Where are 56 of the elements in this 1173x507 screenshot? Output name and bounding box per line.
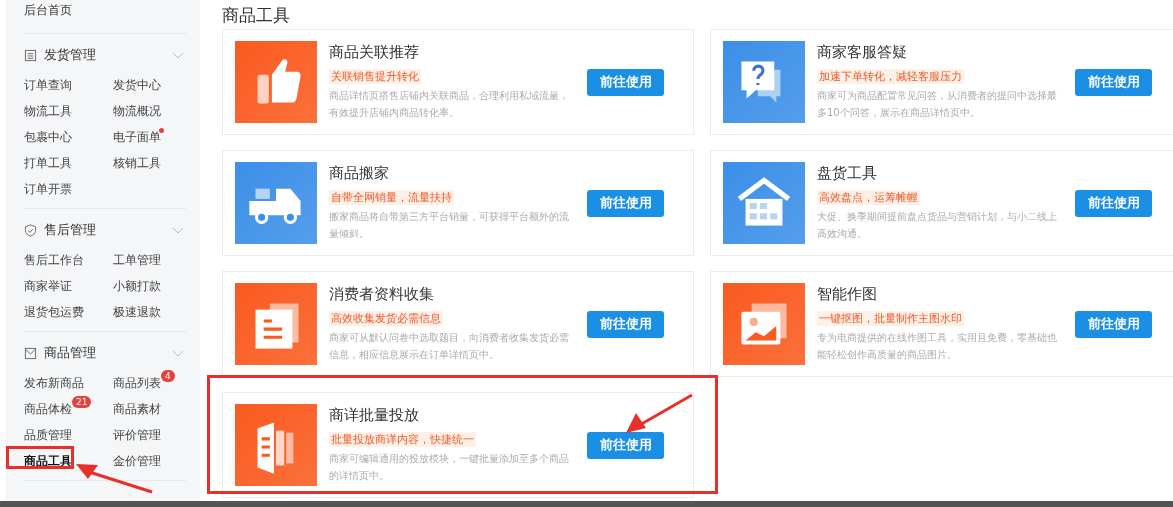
nav-item[interactable]: 订单查询 [24,77,72,93]
chevron-icon[interactable] [172,226,184,234]
nav-item[interactable]: 订单开票 [24,181,72,197]
nav-item[interactable]: 极速退款 [113,304,161,320]
nav-item[interactable]: 评价管理 [113,427,161,443]
shield-icon [24,223,37,237]
envelope-icon [24,346,37,360]
nav-item[interactable]: 核销工具 [113,155,161,171]
tool-tag: 高效收集发货必需信息 [329,311,443,326]
nav-item[interactable]: 品质管理 [24,427,72,443]
tool-title: 消费者资料收集 [329,285,435,304]
nav-item[interactable]: 打单工具 [24,155,72,171]
tool-description: 商品详情页搭售店铺内关联商品，合理利用私域流量，有效提升店铺内商品转化率。 [329,89,569,120]
tool-title: 商品搬家 [329,164,390,183]
tool-tag: 高效盘点，运筹帷幄 [817,190,920,205]
tool-description: 专为电商提供的在线作图工具，实用且免费，零基础也能轻松创作高质量的商品图片。 [817,331,1057,362]
nav-item[interactable]: 工单管理 [113,252,161,268]
section-title[interactable]: 售后管理 [44,221,96,239]
tool-title: 智能作图 [817,285,878,304]
count-badge: 21 [72,396,92,408]
tool-tag: 一键抠图，批量制作主图水印 [817,311,964,326]
nav-item[interactable]: 商品素材 [113,401,161,417]
chevron-icon[interactable] [172,51,184,59]
tool-title: 商家客服答疑 [817,43,908,62]
nav-item[interactable]: 商家举证 [24,278,72,294]
nav-item[interactable]: 物流工具 [24,103,72,119]
nav-item[interactable]: 发布新商品 [24,375,84,391]
nav-item[interactable]: 后台首页 [24,0,186,34]
tool-description: 搬家商品将自带第三方平台销量，可获得平台额外的流量倾斜。 [329,210,569,241]
tool-tag: 关联销售提升转化 [329,69,421,84]
page-title: 商品工具 [222,5,291,25]
nav-item[interactable]: 商品体检 [24,401,72,417]
nav-item[interactable]: 发货中心 [113,77,161,93]
nav-item[interactable]: 小额打款 [113,278,161,294]
nav-item[interactable]: 包裹中心 [24,129,72,145]
chevron-icon[interactable] [172,349,184,357]
tool-title: 商品关联推荐 [329,43,420,62]
nav-item[interactable]: 金价管理 [113,453,161,469]
tool-description: 商家可为商品配置常见问答，从消费者的提问中选择最多10个问答，展示在商品详情页中。 [817,89,1057,120]
tool-description: 商家可从默认问卷中选取题目，向消费者收集发货必需信息，相应信息展示在订单详情页中。 [329,331,569,362]
count-badge: 4 [161,370,175,382]
tool-title: 盘货工具 [817,164,878,183]
nav-item[interactable]: 售后工作台 [24,252,84,268]
tool-title: 商详批量投放 [329,406,420,425]
pointer-arrow [624,393,694,435]
list-icon [24,48,37,62]
section-title[interactable]: 商品管理 [44,344,96,362]
tool-tag: 加速下单转化，减轻客服压力 [817,69,964,84]
nav-item[interactable]: 物流概况 [113,103,161,119]
highlight-frame [6,446,74,469]
nav-item[interactable]: 电子面单 [113,129,161,145]
tool-tag: 自带全网销量，流量扶持 [329,190,454,205]
nav-item[interactable]: 商品列表 [113,375,161,391]
nav-item[interactable]: 退货包运费 [24,304,84,320]
tool-tag: 批量投放商详内容，快捷统一 [329,432,476,447]
section-title[interactable]: 发货管理 [44,46,96,64]
